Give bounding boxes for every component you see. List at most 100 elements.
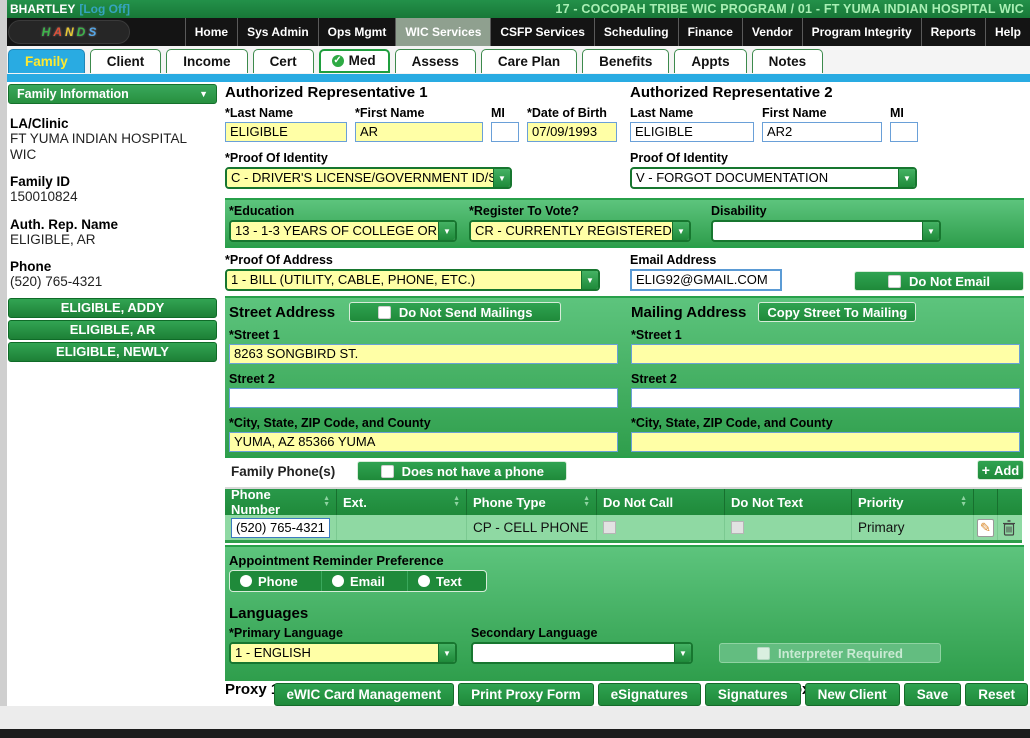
family-member-button-eligible-newly[interactable]: ELIGIBLE, NEWLY (8, 342, 217, 362)
tab-benefits[interactable]: Benefits (582, 49, 669, 73)
languages-title: Languages (229, 605, 1020, 622)
tab-income[interactable]: Income (166, 49, 247, 73)
signatures-button[interactable]: Signatures (705, 683, 801, 706)
mailing-city-state-zip-input[interactable] (631, 432, 1020, 452)
do-not-send-mailings-button[interactable]: Do Not Send Mailings (349, 302, 561, 322)
do-not-send-mailings-checkbox[interactable] (378, 306, 391, 319)
add-phone-button[interactable]: + Add (977, 460, 1024, 480)
nav-item-home[interactable]: Home (185, 18, 237, 46)
col-header-do-not-call[interactable]: Do Not Call (597, 489, 725, 515)
do-not-text-checkbox[interactable] (731, 521, 744, 534)
secondary-language-select[interactable] (471, 642, 693, 664)
tab-client[interactable]: Client (90, 49, 162, 73)
register-vote-select[interactable]: CR - CURRENTLY REGISTERED (469, 220, 691, 242)
does-not-have-phone-button[interactable]: Does not have a phone (357, 461, 567, 481)
ar2-proof-identity-label: Proof Of Identity (630, 151, 1022, 165)
primary-language-select[interactable]: 1 - ENGLISH (229, 642, 457, 664)
email-address-input[interactable]: ELIG92@GMAIL.COM (630, 269, 782, 291)
tab-assess[interactable]: Assess (395, 49, 476, 73)
nav-item-vendor[interactable]: Vendor (742, 18, 802, 46)
tab-family[interactable]: Family (8, 49, 85, 73)
proof-address-select[interactable]: 1 - BILL (UTILITY, CABLE, PHONE, ETC.) (225, 269, 600, 291)
nav-item-program-integrity[interactable]: Program Integrity (802, 18, 921, 46)
demographics-section: *Education 13 - 1-3 YEARS OF COLLEGE OR … (225, 198, 1024, 248)
reminder-option-text[interactable]: Text (408, 571, 484, 591)
do-not-email-label: Do Not Email (909, 274, 990, 289)
education-select[interactable]: 13 - 1-3 YEARS OF COLLEGE OR (229, 220, 457, 242)
nav-item-ops-mgmt[interactable]: Ops Mgmt (318, 18, 396, 46)
dropdown-caret-icon[interactable] (438, 644, 455, 662)
ar2-first-name-input[interactable]: AR2 (762, 122, 882, 142)
ar1-first-name-input[interactable]: AR (355, 122, 483, 142)
nav-item-csfp-services[interactable]: CSFP Services (490, 18, 594, 46)
edit-phone-icon[interactable]: ✎ (977, 519, 994, 537)
new-client-button[interactable]: New Client (805, 683, 900, 706)
family-member-button-eligible-ar[interactable]: ELIGIBLE, AR (8, 320, 217, 340)
nav-item-sys-admin[interactable]: Sys Admin (237, 18, 318, 46)
does-not-have-phone-checkbox[interactable] (381, 465, 394, 478)
dropdown-caret-icon[interactable] (922, 222, 939, 240)
street1-input[interactable]: 8263 SONGBIRD ST. (229, 344, 618, 364)
copy-street-to-mailing-button[interactable]: Copy Street To Mailing (758, 302, 916, 322)
ar2-mi-label: MI (890, 106, 918, 120)
print-proxy-form-button[interactable]: Print Proxy Form (458, 683, 594, 706)
save-button[interactable]: Save (904, 683, 962, 706)
tab-notes[interactable]: Notes (752, 49, 824, 73)
esignatures-button[interactable]: eSignatures (598, 683, 701, 706)
phone-value: (520) 765-4321 (10, 274, 215, 290)
col-header-phone-type[interactable]: Phone Type (467, 489, 597, 515)
family-information-header[interactable]: Family Information ▼ (8, 84, 217, 104)
phone-table-row[interactable]: (520) 765-4321 CP - CELL PHONE Primary ✎ (225, 515, 1022, 543)
nav-item-scheduling[interactable]: Scheduling (594, 18, 678, 46)
dropdown-caret-icon[interactable] (672, 222, 689, 240)
do-not-email-button[interactable]: Do Not Email (854, 271, 1024, 291)
col-header-priority[interactable]: Priority (852, 489, 974, 515)
do-not-call-checkbox[interactable] (603, 521, 616, 534)
tab-appts[interactable]: Appts (674, 49, 746, 73)
ar2-mi-input[interactable] (890, 122, 918, 142)
nav-item-finance[interactable]: Finance (678, 18, 742, 46)
dropdown-caret-icon[interactable] (898, 169, 915, 187)
col-header-ext[interactable]: Ext. (337, 489, 467, 515)
mailing-street1-input[interactable] (631, 344, 1020, 364)
med-complete-check-icon: ✓ (331, 54, 345, 68)
ar1-mi-input[interactable] (491, 122, 519, 142)
street2-input[interactable] (229, 388, 618, 408)
ar1-last-name-input[interactable]: ELIGIBLE (225, 122, 347, 142)
reset-button[interactable]: Reset (965, 683, 1028, 706)
tab-care-plan[interactable]: Care Plan (481, 49, 577, 73)
dropdown-caret-icon[interactable] (438, 222, 455, 240)
dropdown-caret-icon[interactable] (581, 271, 598, 289)
ar2-last-name-input[interactable]: ELIGIBLE (630, 122, 754, 142)
dropdown-caret-icon[interactable] (493, 169, 510, 187)
reminder-option-email[interactable]: Email (322, 571, 408, 591)
city-state-zip-input[interactable]: YUMA, AZ 85366 YUMA (229, 432, 618, 452)
sort-icon[interactable] (583, 496, 590, 508)
secondary-language-label: Secondary Language (471, 626, 693, 640)
logged-in-user: BHARTLEY (10, 2, 75, 16)
nav-item-wic-services[interactable]: WIC Services (395, 18, 490, 46)
ar2-proof-identity-select[interactable]: V - FORGOT DOCUMENTATION (630, 167, 917, 189)
sort-icon[interactable] (960, 496, 967, 508)
nav-item-reports[interactable]: Reports (921, 18, 985, 46)
tab-cert[interactable]: Cert (253, 49, 314, 73)
reminder-option-phone[interactable]: Phone (230, 571, 322, 591)
col-header-do-not-text[interactable]: Do Not Text (725, 489, 852, 515)
phone-number-cell-input[interactable]: (520) 765-4321 (231, 518, 330, 538)
mailing-street2-input[interactable] (631, 388, 1020, 408)
dropdown-caret-icon[interactable] (674, 644, 691, 662)
ar1-dob-input[interactable]: 07/09/1993 (527, 122, 617, 142)
col-header-phone-number[interactable]: Phone Number (225, 489, 337, 515)
family-member-button-eligible-addy[interactable]: ELIGIBLE, ADDY (8, 298, 217, 318)
nav-item-help[interactable]: Help (985, 18, 1030, 46)
ar1-proof-identity-select[interactable]: C - DRIVER'S LICENSE/GOVERNMENT ID/S (225, 167, 512, 189)
delete-phone-icon[interactable] (1002, 520, 1016, 536)
sort-icon[interactable] (453, 496, 460, 508)
tab-med[interactable]: ✓ Med (319, 49, 390, 73)
disability-select[interactable] (711, 220, 941, 242)
do-not-email-checkbox[interactable] (888, 275, 901, 288)
sort-icon[interactable] (323, 496, 330, 508)
log-off-link[interactable]: [Log Off] (79, 2, 130, 16)
program-clinic-title: 17 - COCOPAH TRIBE WIC PROGRAM / 01 - FT… (555, 2, 1024, 16)
ewic-card-management-button[interactable]: eWIC Card Management (274, 683, 455, 706)
